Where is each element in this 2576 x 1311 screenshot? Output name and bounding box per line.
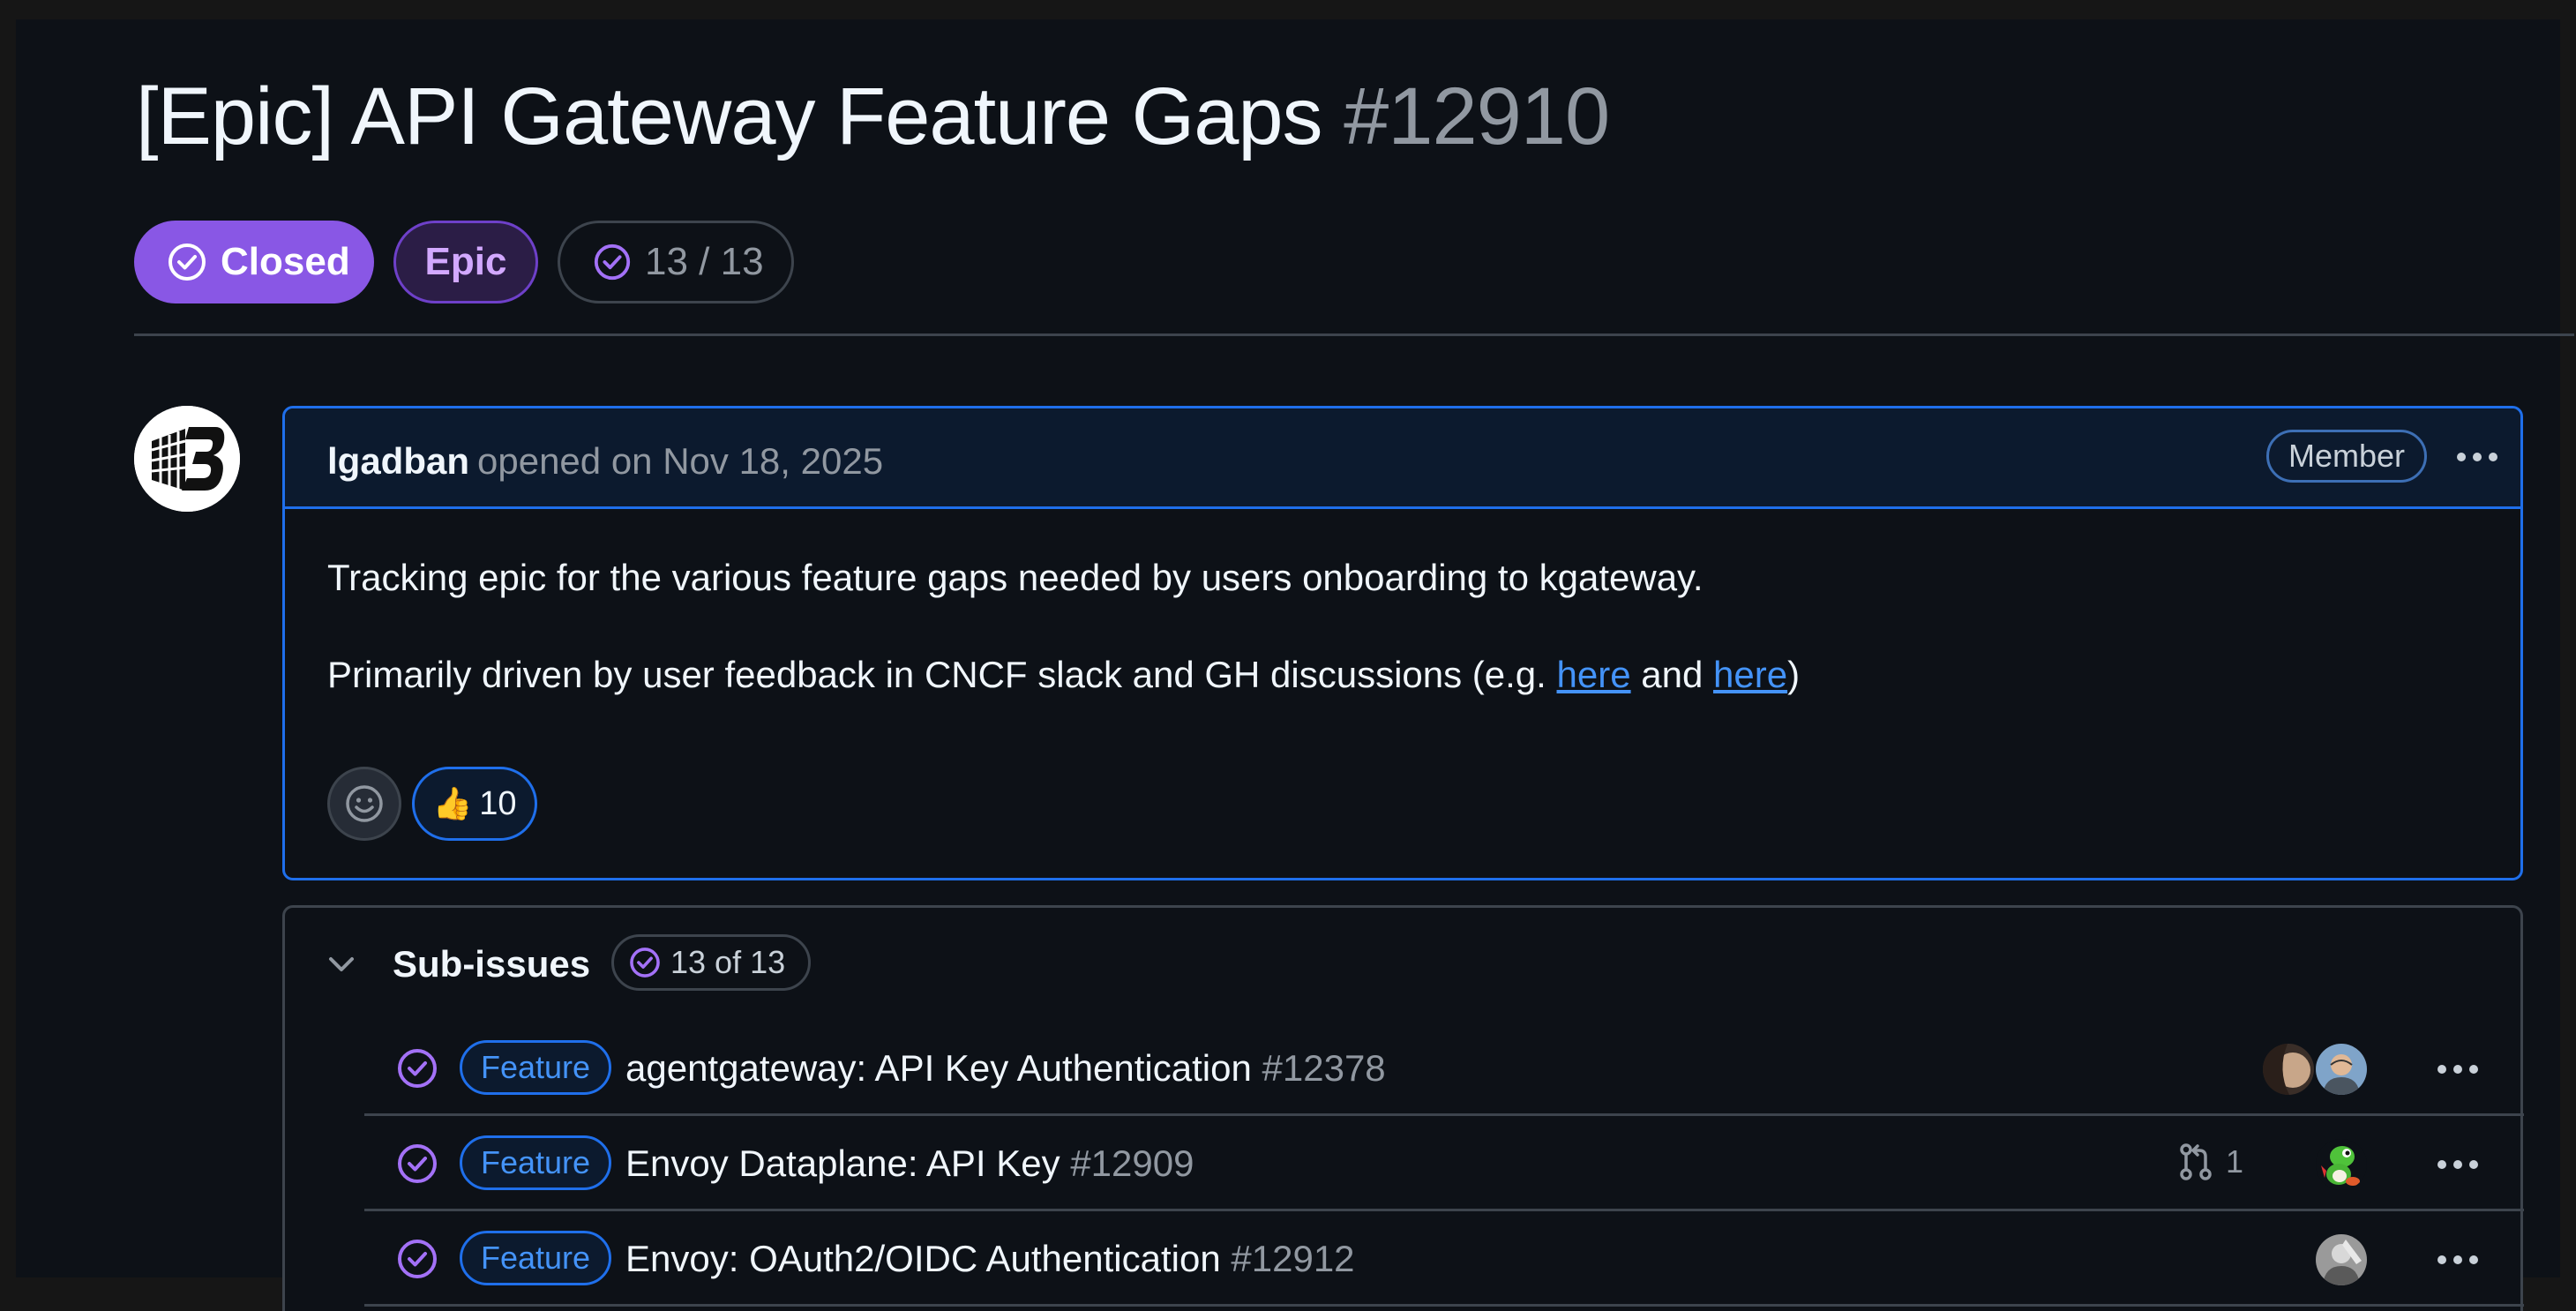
sub-issues-panel: Sub-issues 13 of 13 Feature agentgateway… [282,905,2524,1311]
thumbs-up-icon: 👍 [432,785,473,821]
closed-issue-icon [398,1240,437,1278]
thumbs-up-reaction-button[interactable]: 👍 10 [412,767,537,841]
comment-opened-date[interactable]: opened on Nov 18, 2025 [477,440,883,483]
comment-body-line-1: Tracking epic for the various feature ga… [327,557,1704,598]
assignee-avatar[interactable] [2316,1139,2367,1190]
comment-body-line-2: Primarily driven by user feedback in CNC… [327,654,1800,696]
sub-issue-row[interactable]: Feature Envoy: OAuth2/OIDC Authenticatio… [364,1211,2524,1307]
sub-issue-title[interactable]: agentgateway: API Key Authentication #12… [625,1047,1386,1090]
sub-issues-count-badge: 13 of 13 [611,934,811,991]
label-text: Feature [480,1240,591,1276]
check-circle-icon [630,948,660,978]
feature-label[interactable]: Feature [460,1231,611,1285]
assignee-avatar[interactable] [2263,1044,2314,1095]
assignee-avatar[interactable] [2316,1044,2367,1095]
issue-type-label: Epic [424,240,507,283]
comment-body-text: Primarily driven by user feedback in CNC… [327,654,1546,695]
comment-header: lgadban opened on Nov 18, 2025 Member [285,408,2520,509]
comment-author-link[interactable]: lgadban [327,440,469,483]
closed-issue-icon [398,1144,437,1183]
sub-issue-progress-text: 13 / 13 [645,240,764,283]
author-avatar-image [134,406,240,512]
sub-issue-title-text: agentgateway: API Key Authentication [625,1047,1252,1089]
reaction-count: 10 [479,784,517,822]
linked-pull-requests-count: 1 [2226,1143,2244,1180]
comment-body-suffix: ) [1787,654,1801,695]
sub-issue-row[interactable]: Feature agentgateway: API Key Authentica… [364,1021,2524,1116]
assignee-avatar-image [2316,1044,2367,1095]
issue-state-badge[interactable]: Closed [134,221,374,303]
header-divider [134,333,2574,336]
issue-title-text: [Epic] API Gateway Feature Gaps [136,71,1323,161]
discussion-link-2[interactable]: here [1713,654,1787,695]
issue-type-badge[interactable]: Epic [393,221,538,303]
assignee-avatar-image [2316,1234,2367,1285]
assignee-avatar[interactable] [2316,1234,2367,1285]
sub-issue-more-options-icon[interactable] [2437,1065,2478,1074]
label-text: Feature [480,1049,591,1085]
linked-pull-requests[interactable]: 1 [2178,1142,2243,1181]
sub-issue-number: #12909 [1070,1142,1194,1184]
smiley-icon [346,785,383,822]
sub-issue-row[interactable]: Feature Envoy Dataplane: API Key #12909 [364,1116,2524,1211]
avatar[interactable] [134,406,240,512]
issue-number: #12910 [1344,71,1610,161]
issue-title: [Epic] API Gateway Feature Gaps #12910 [136,71,1610,163]
sub-issue-title[interactable]: Envoy: OAuth2/OIDC Authentication #12912 [625,1238,1355,1280]
check-circle-icon [594,243,631,281]
author-role-label: Member [2288,438,2406,474]
discussion-link-1[interactable]: here [1557,654,1631,695]
sub-issue-number: #12378 [1262,1047,1386,1089]
sub-issue-progress-badge[interactable]: 13 / 13 [558,221,794,303]
issue-page: [Epic] API Gateway Feature Gaps #12910 C… [16,19,2574,1311]
chevron-down-icon[interactable] [324,947,359,982]
sub-issue-title[interactable]: Envoy Dataplane: API Key #12909 [625,1142,1194,1185]
label-text: Feature [480,1144,591,1180]
sub-issue-title-text: Envoy Dataplane: API Key [625,1142,1060,1184]
feature-label[interactable]: Feature [460,1135,611,1190]
comment-more-options-icon[interactable] [2457,453,2497,461]
sub-issue-number: #12912 [1231,1238,1355,1279]
sub-issue-more-options-icon[interactable] [2437,1255,2478,1264]
add-reaction-button[interactable] [327,767,401,841]
issue-state-label: Closed [221,240,350,283]
issue-body-comment: lgadban opened on Nov 18, 2025 Member Tr… [282,406,2523,880]
sub-issues-count-text: 13 of 13 [670,944,786,980]
feature-label[interactable]: Feature [460,1040,611,1095]
pull-request-icon [2180,1143,2212,1180]
sub-issue-more-options-icon[interactable] [2437,1160,2478,1169]
screenshot-frame: [Epic] API Gateway Feature Gaps #12910 C… [0,0,2576,1311]
comment-body-and: and [1641,654,1704,695]
sub-issue-title-text: Envoy: OAuth2/OIDC Authentication [625,1238,1221,1279]
author-role-badge: Member [2266,430,2427,483]
sub-issues-heading[interactable]: Sub-issues [393,943,590,985]
closed-issue-icon [398,1049,437,1088]
assignee-avatar-image [2316,1139,2367,1190]
assignee-avatar-image [2263,1044,2314,1095]
check-circle-icon [168,243,206,281]
